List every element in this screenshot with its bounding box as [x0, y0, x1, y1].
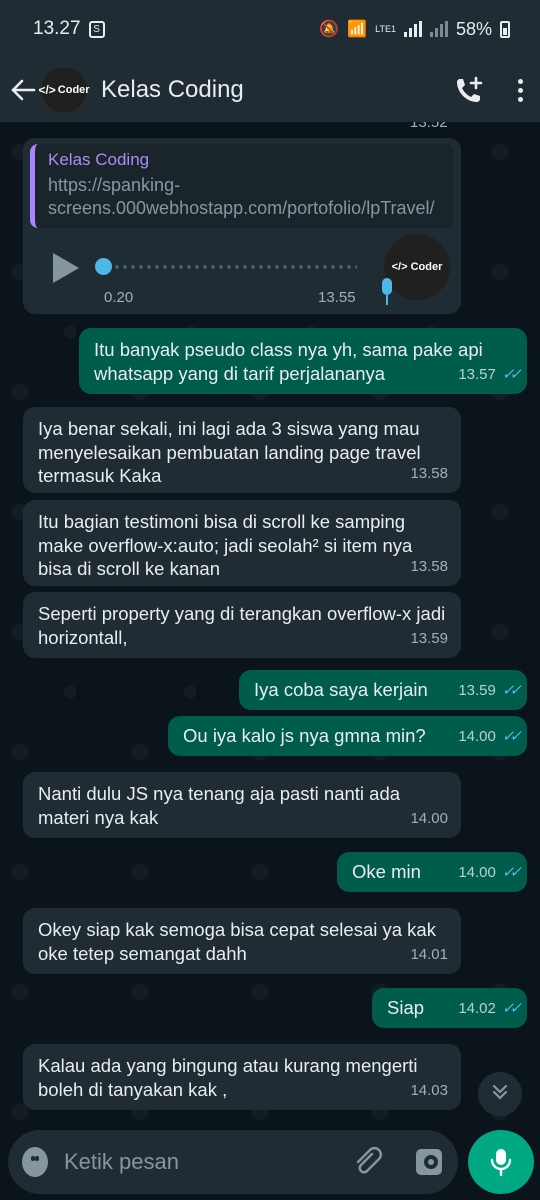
message-time: 14.00	[458, 727, 496, 745]
message-time: 14.00	[410, 809, 448, 827]
quote-text: https://spanking-screens.000webhostapp.c…	[48, 175, 435, 218]
message-time: 14.03	[410, 1081, 448, 1099]
voice-record-button[interactable]	[468, 1130, 534, 1194]
scroll-to-bottom-button[interactable]	[478, 1072, 522, 1116]
message-time: 13.58	[410, 557, 448, 575]
message-time: 13.59	[458, 681, 496, 699]
message-bubble[interactable]: Iya coba saya kerjain 13.59 ✓✓	[239, 670, 527, 710]
add-call-icon[interactable]	[454, 75, 484, 105]
wifi-icon: 📶	[347, 21, 368, 38]
quoted-message[interactable]: Kelas Coding https://spanking-screens.00…	[30, 144, 454, 228]
emoji-icon[interactable]	[22, 1147, 48, 1177]
read-ticks-icon: ✓✓	[501, 365, 522, 383]
mic-icon	[490, 1149, 512, 1177]
message-text: Nanti dulu JS nya tenang aja pasti nanti…	[38, 783, 401, 828]
message-text: Iya benar sekali, ini lagi ada 3 siswa y…	[38, 418, 421, 486]
chat-title[interactable]: Kelas Coding	[101, 76, 244, 104]
partial-message-time: 13.52	[410, 122, 448, 131]
message-text: Seperti property yang di terangkan overf…	[38, 603, 446, 648]
message-time: 14.02	[458, 999, 496, 1017]
message-input[interactable]	[64, 1149, 352, 1175]
logo-icon: </>	[391, 261, 408, 273]
message-time: 13.57	[458, 365, 496, 383]
network-label: LTE1	[375, 23, 396, 34]
message-text: Itu banyak pseudo class nya yh, sama pak…	[94, 339, 483, 384]
playback-handle[interactable]	[95, 258, 112, 275]
message-bubble[interactable]: Itu bagian testimoni bisa di scroll ke s…	[23, 500, 461, 586]
message-bubble[interactable]: Itu banyak pseudo class nya yh, sama pak…	[79, 328, 527, 394]
message-text: Okey siap kak semoga bisa cepat selesai …	[38, 919, 436, 964]
status-time: 13.27	[33, 18, 81, 39]
read-ticks-icon: ✓✓	[501, 863, 522, 881]
avatar-text: Coder	[410, 261, 443, 273]
message-input-box[interactable]	[8, 1130, 458, 1194]
message-text: Kalau ada yang bingung atau kurang menge…	[38, 1055, 418, 1100]
message-bubble[interactable]: Okey siap kak semoga bisa cepat selesai …	[23, 908, 461, 974]
quote-sender: Kelas Coding	[48, 150, 150, 169]
message-bubble[interactable]: Ou iya kalo js nya gmna min? 14.00 ✓✓	[168, 716, 527, 756]
status-bar: 13.27 S 🔕 📶 LTE1 58%	[0, 0, 540, 58]
read-ticks-icon: ✓✓	[501, 727, 522, 745]
mic-icon	[380, 278, 394, 308]
message-time: 14.00	[458, 863, 496, 881]
signal-icon	[403, 21, 422, 37]
message-text: Itu bagian testimoni bisa di scroll ke s…	[38, 511, 413, 579]
message-bubble[interactable]: Siap 14.02 ✓✓	[372, 988, 527, 1028]
logo-icon: </>	[38, 83, 56, 97]
signal-2-icon	[429, 21, 448, 37]
chevron-double-down-icon	[490, 1082, 510, 1107]
message-time: 13.58	[410, 464, 448, 482]
more-options-icon[interactable]	[514, 78, 526, 102]
battery-percent: 58%	[455, 18, 492, 39]
message-bubble[interactable]: Oke min 14.00 ✓✓	[337, 852, 527, 892]
camera-icon[interactable]	[416, 1149, 442, 1175]
composer	[0, 1130, 540, 1200]
status-icons: 🔕 📶 LTE1 58%	[319, 19, 510, 40]
read-ticks-icon: ✓✓	[501, 999, 522, 1017]
message-time: 14.01	[410, 945, 448, 963]
message-time: 13.59	[410, 629, 448, 647]
group-avatar[interactable]: </> Coder	[38, 66, 90, 114]
back-arrow-icon[interactable]	[10, 77, 36, 103]
mute-icon: 🔕	[319, 21, 340, 38]
read-ticks-icon: ✓✓	[501, 681, 522, 699]
play-icon[interactable]	[53, 253, 79, 283]
message-time: 13.55	[318, 289, 356, 306]
message-bubble[interactable]: Iya benar sekali, ini lagi ada 3 siswa y…	[23, 407, 461, 493]
message-bubble[interactable]: Kalau ada yang bingung atau kurang menge…	[23, 1044, 461, 1110]
waveform[interactable]	[105, 265, 357, 269]
chat-area[interactable]: 13.52 Kelas Coding https://spanking-scre…	[0, 122, 540, 1130]
message-bubble[interactable]: Nanti dulu JS nya tenang aja pasti nanti…	[23, 772, 461, 838]
notification-icon: S	[88, 20, 105, 38]
avatar-text: Coder	[57, 84, 90, 96]
chat-header: </> Coder Kelas Coding	[0, 58, 540, 122]
attach-icon[interactable]	[352, 1146, 384, 1178]
voice-message[interactable]: Kelas Coding https://spanking-screens.00…	[23, 138, 461, 314]
voice-duration: 0.20	[104, 289, 134, 306]
message-bubble[interactable]: Seperti property yang di terangkan overf…	[23, 592, 461, 658]
battery-icon	[500, 20, 510, 38]
